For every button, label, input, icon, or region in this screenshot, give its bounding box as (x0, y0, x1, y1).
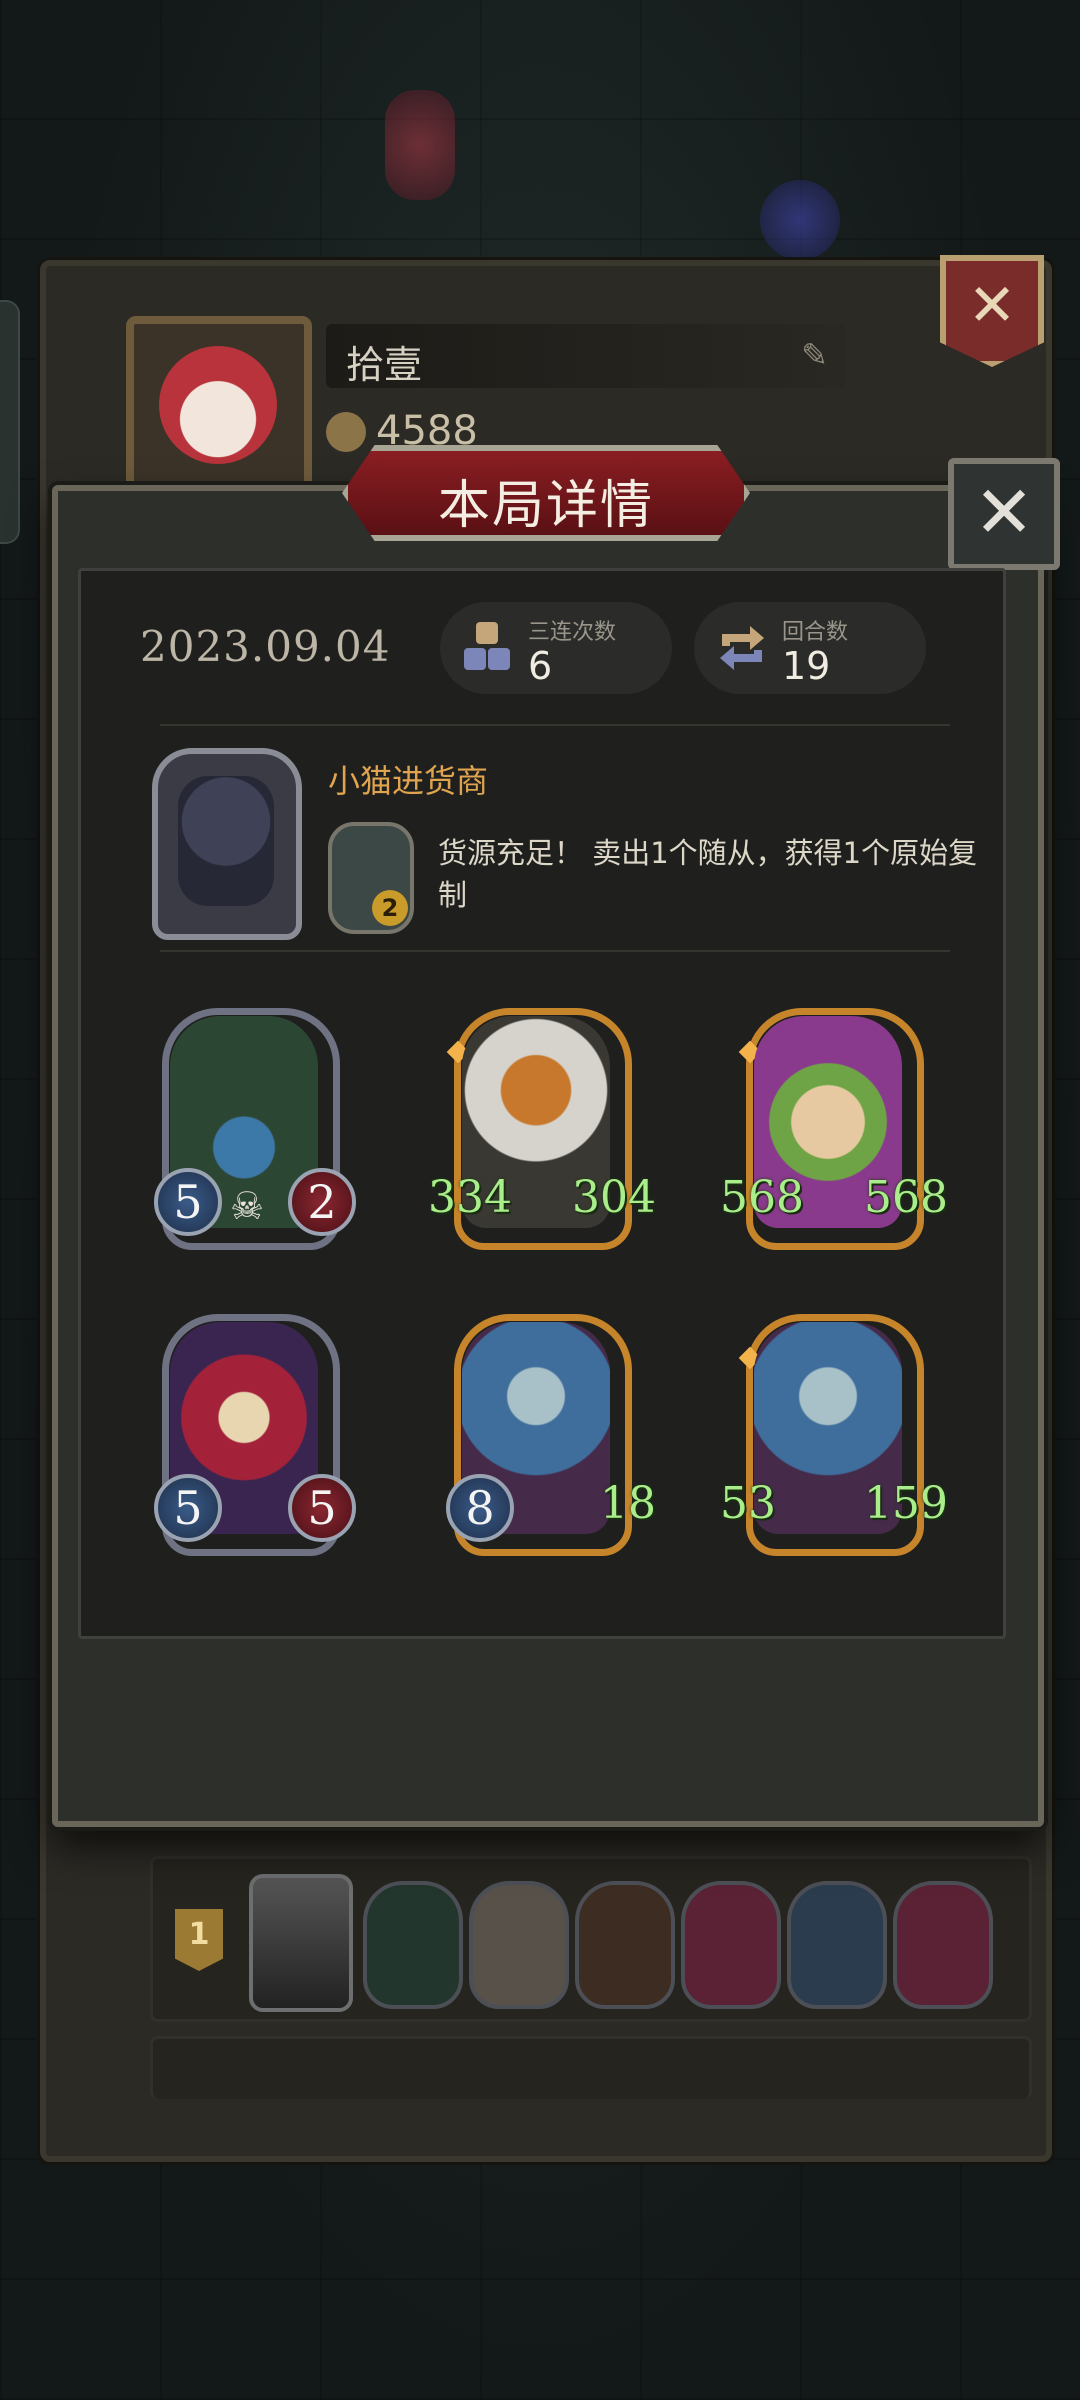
health-value: 18 (600, 1478, 656, 1529)
rounds-value: 19 (782, 644, 831, 688)
hero-owl-portrait (178, 776, 274, 906)
refresh-arrows-icon (720, 626, 764, 670)
modal-title-banner: 本局详情 (342, 445, 750, 541)
minion-thumb (681, 1881, 781, 2009)
attack-value: 334 (428, 1172, 512, 1223)
hero-portrait-frame[interactable] (152, 748, 302, 940)
edit-pencil-icon[interactable]: ✎ (801, 336, 828, 374)
minion-thumb (363, 1881, 463, 2009)
close-icon: ✕ (967, 271, 1017, 339)
hero-portrait (249, 1874, 353, 2012)
skill-level-badge: 2 (372, 890, 408, 926)
close-modal-button[interactable]: ✕ (948, 458, 1060, 570)
attack-value: 8 (446, 1474, 514, 1542)
minion-card[interactable]: 334 304 (428, 1008, 656, 1250)
minion-thumb (787, 1881, 887, 2009)
minion-card[interactable]: ☠ 5 2 (154, 1008, 356, 1250)
minion-card[interactable]: 568 568 (720, 1008, 948, 1250)
minion-thumb (575, 1881, 675, 2009)
close-icon: ✕ (973, 470, 1035, 554)
triples-value: 6 (528, 644, 553, 688)
blue-potion-decor (760, 180, 840, 260)
player-name-field[interactable]: 拾壹 ✎ (326, 324, 846, 388)
rounds-stat: 回合数 19 (694, 602, 926, 694)
profile-header: 拾壹 ✎ 4588 (126, 316, 926, 497)
leaderboard-row[interactable]: 1 (150, 1856, 1032, 2022)
rank-number: 1 (188, 1917, 210, 1952)
minion-card[interactable]: 5 5 (154, 1314, 356, 1556)
attack-value: 568 (720, 1172, 804, 1223)
health-value: 159 (864, 1478, 948, 1529)
divider (160, 950, 950, 952)
health-value: 568 (864, 1172, 948, 1223)
modal-title: 本局详情 (437, 476, 654, 536)
divider (160, 724, 950, 726)
minion-thumb (893, 1881, 993, 2009)
minion-thumb (469, 1881, 569, 2009)
rank-badge: 1 (175, 1909, 223, 1971)
health-value: 5 (288, 1474, 356, 1542)
hero-skill-description: 货源充足！ 卖出1个随从，获得1个原始复制 (438, 836, 978, 912)
player-name: 拾壹 (346, 343, 423, 387)
hero-name: 小猫进货商 (328, 762, 489, 800)
health-value: 304 (572, 1172, 656, 1223)
triples-stat: 三连次数 6 (440, 602, 672, 694)
attack-value: 5 (154, 1168, 222, 1236)
skull-icon: ☠ (230, 1184, 265, 1228)
player-avatar[interactable] (126, 316, 312, 497)
attack-value: 5 (154, 1474, 222, 1542)
red-lantern-decor (385, 90, 455, 200)
side-tab[interactable] (0, 300, 20, 544)
match-date: 2023.09.04 (140, 622, 391, 671)
triples-label: 三连次数 (528, 620, 617, 645)
coin-icon (326, 412, 366, 452)
avatar-face (159, 346, 277, 464)
leaderboard-row[interactable] (150, 2036, 1032, 2099)
rounds-label: 回合数 (782, 620, 849, 645)
triple-cubes-icon (464, 622, 510, 670)
health-value: 2 (288, 1168, 356, 1236)
minion-card[interactable]: 8 18 (446, 1314, 656, 1556)
minion-card[interactable]: 53 159 (720, 1314, 948, 1556)
attack-value: 53 (720, 1478, 776, 1529)
